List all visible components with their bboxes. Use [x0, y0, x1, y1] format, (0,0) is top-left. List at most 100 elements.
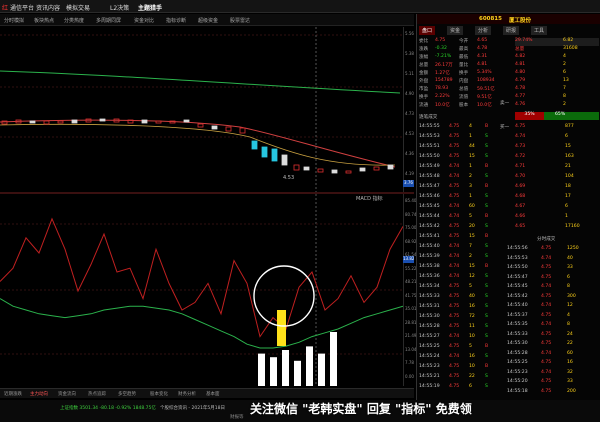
- tick2-row[interactable]: 14:55:35 4.74 8: [507, 322, 599, 330]
- stat-value: 154789: [435, 78, 453, 83]
- tick-row[interactable]: 14:55:19 4.75 6 S: [419, 384, 499, 392]
- tick-row[interactable]: 14:55:46 4.75 1 S: [419, 194, 499, 202]
- tick-row[interactable]: 14:55:38 4.74 15 B: [419, 264, 499, 272]
- tick-row[interactable]: 14:55:50 4.75 15 S: [419, 154, 499, 162]
- bottom-tab[interactable]: 多空趋势: [118, 391, 136, 397]
- tick-row[interactable]: 14:55:47 4.75 3 B: [419, 184, 499, 192]
- bottom-tab[interactable]: 财务分析: [178, 391, 196, 397]
- tick-vol: 15: [469, 264, 475, 269]
- quote-tab[interactable]: 研报: [503, 26, 520, 35]
- tab[interactable]: 超级资金: [198, 17, 218, 24]
- candle: [225, 126, 232, 132]
- tick-price: 4.75: [449, 344, 460, 349]
- tick-row[interactable]: 14:55:30 4.75 72 S: [419, 314, 499, 322]
- tick-row[interactable]: 14:55:27 4.74 10 S: [419, 334, 499, 342]
- bottom-tab[interactable]: 近期涨跌: [4, 391, 22, 397]
- tick-row[interactable]: 14:55:21 4.75 22 S: [419, 374, 499, 382]
- tick-side: S: [485, 174, 488, 179]
- tick-row[interactable]: 14:55:31 4.75 16 S: [419, 304, 499, 312]
- tick2-row[interactable]: 14:55:37 4.75 4: [507, 313, 599, 321]
- tick-row[interactable]: 14:55:48 4.74 2 S: [419, 174, 499, 182]
- tick-side: S: [485, 274, 488, 279]
- histogram-bar-highlight: [277, 310, 286, 346]
- tick2-row[interactable]: 14:55:30 4.75 22: [507, 341, 599, 349]
- tick2-row[interactable]: 14:55:53 4.74 40: [507, 256, 599, 264]
- tick-row[interactable]: 14:55:24 4.74 16 S: [419, 354, 499, 362]
- tick-row[interactable]: 14:55:41 4.75 15 B: [419, 234, 499, 242]
- nav-item[interactable]: 资讯内容: [36, 3, 60, 12]
- tab[interactable]: 分类热度: [64, 17, 84, 24]
- tick-side: B: [485, 214, 489, 219]
- candles: [1, 118, 394, 174]
- tick-row[interactable]: 14:55:42 4.75 20 S: [419, 224, 499, 232]
- tick-row[interactable]: 14:55:36 4.74 12 S: [419, 274, 499, 282]
- tick-row[interactable]: 14:55:53 4.75 1 S: [419, 134, 499, 142]
- indicator-tick-label: 55.22: [405, 265, 417, 271]
- bottom-tab[interactable]: 热点追踪: [88, 391, 106, 397]
- bottom-tab[interactable]: 基本面: [206, 391, 220, 397]
- indicator-chart[interactable]: MACD 指标: [0, 194, 403, 386]
- tab[interactable]: 股票雷达: [230, 17, 250, 24]
- tick-row[interactable]: 14:55:44 4.74 5 B: [419, 214, 499, 222]
- index-ticker[interactable]: 上证指数 3501.34 -80.18 -0.92% 1848.75亿: [60, 405, 156, 411]
- tick2-row[interactable]: 14:55:47 4.75 6: [507, 275, 599, 283]
- signal-line: [0, 298, 403, 349]
- bid-vol: 877: [565, 124, 574, 129]
- tick-row[interactable]: 14:55:25 4.75 5 B: [419, 344, 499, 352]
- tick2-row[interactable]: 14:55:28 4.74 60: [507, 351, 599, 359]
- quote-tab[interactable]: 分析: [475, 26, 492, 35]
- tick-time: 14:55:55: [419, 124, 440, 129]
- nav-item[interactable]: 模拟交易: [66, 3, 90, 12]
- tick-row[interactable]: 14:55:23 4.75 10 B: [419, 364, 499, 372]
- nav-item[interactable]: 通信平台: [10, 3, 34, 12]
- tick2-row[interactable]: 14:55:23 4.74 32: [507, 370, 599, 378]
- tick2-row[interactable]: 14:55:20 4.75 33: [507, 379, 599, 387]
- ask-row: 4.77 8: [515, 94, 599, 102]
- tick2-row[interactable]: 14:55:56 4.75 1250: [507, 246, 599, 254]
- tab[interactable]: 指标诊断: [166, 17, 186, 24]
- bottom-tab-active[interactable]: 主力动向: [30, 391, 48, 397]
- tick-row[interactable]: 14:55:55 4.75 4 B: [419, 124, 499, 132]
- tick2-row[interactable]: 14:55:40 4.74 12: [507, 303, 599, 311]
- tick-price: 4.75: [449, 294, 460, 299]
- tick-vol: 4: [469, 124, 472, 129]
- quote-tab[interactable]: 工具: [531, 26, 548, 35]
- tick2-row[interactable]: 14:55:25 4.75 16: [507, 360, 599, 368]
- tick2-price: 4.74: [541, 322, 552, 327]
- tick-time: 14:55:24: [419, 354, 440, 359]
- nav-item-active[interactable]: 主题猎手: [138, 3, 162, 12]
- bottom-tab[interactable]: 资金流向: [58, 391, 76, 397]
- stat-value: 4.31: [477, 54, 488, 59]
- bid-row: 4.65 17160: [515, 224, 599, 232]
- ma-line-mid: [0, 119, 396, 168]
- tick-row[interactable]: 14:55:39 4.74 2 S: [419, 254, 499, 262]
- quote-tab[interactable]: 资金: [447, 26, 464, 35]
- tick-row[interactable]: 14:55:34 4.75 5 S: [419, 284, 499, 292]
- tab[interactable]: 多周期同屏: [96, 17, 121, 24]
- tab[interactable]: 资金对比: [134, 17, 154, 24]
- tick2-row[interactable]: 14:55:33 4.75 24: [507, 332, 599, 340]
- tick2-row[interactable]: 14:55:50 4.75 33: [507, 265, 599, 273]
- quote-tab[interactable]: 盘口: [419, 26, 436, 35]
- tick2-row[interactable]: 14:55:45 4.74 8: [507, 284, 599, 292]
- tick-row[interactable]: 14:55:33 4.75 40 S: [419, 294, 499, 302]
- tick2-row[interactable]: 14:55:42 4.75 300: [507, 294, 599, 302]
- tick-row[interactable]: 14:55:49 4.74 1 B: [419, 164, 499, 172]
- stat-row: 流通 10.0亿 股本 10.0亿: [419, 102, 499, 110]
- tick-row[interactable]: 14:55:40 4.74 7 S: [419, 244, 499, 252]
- tab[interactable]: 分时模拟: [4, 17, 24, 24]
- bid-price: 4.68: [515, 194, 526, 199]
- nav-item[interactable]: L2决策: [110, 3, 129, 12]
- tick-row[interactable]: 14:55:28 4.75 11 S: [419, 324, 499, 332]
- tick-row[interactable]: 14:55:45 4.74 60 S: [419, 204, 499, 212]
- tick-row[interactable]: 14:55:51 4.75 44 S: [419, 144, 499, 152]
- candlestick-chart[interactable]: 4.53: [0, 27, 403, 192]
- tick-vol: 1: [469, 194, 472, 199]
- news-ticker[interactable]: 个股综合资讯 - 2021年5月18日: [160, 405, 225, 411]
- tick-price: 4.74: [449, 264, 460, 269]
- tab[interactable]: 板块热点: [34, 17, 54, 24]
- ask-price: 29.74%: [515, 38, 533, 43]
- bottom-tab[interactable]: 股本变化: [150, 391, 168, 397]
- tick2-row[interactable]: 14:55:18 4.75 200: [507, 389, 599, 397]
- tick-time: 14:55:27: [419, 334, 440, 339]
